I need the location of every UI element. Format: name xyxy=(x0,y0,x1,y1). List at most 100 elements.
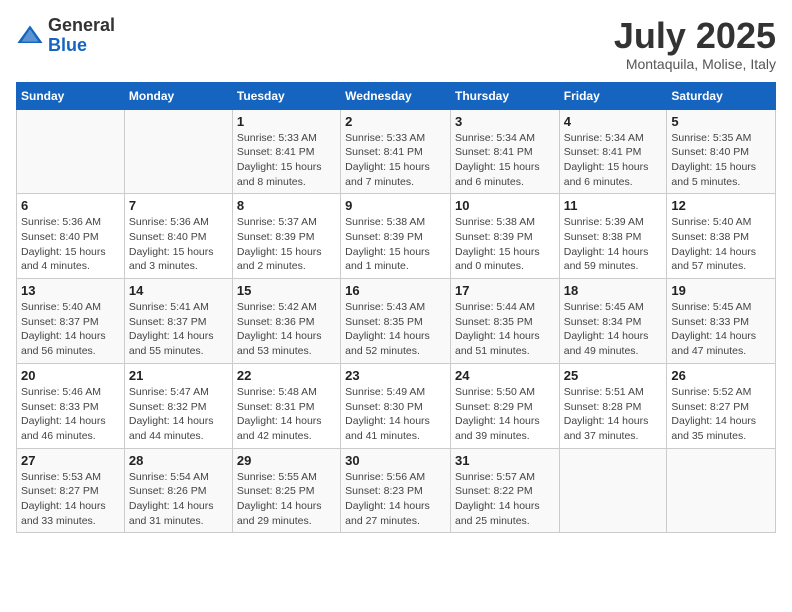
day-number: 4 xyxy=(564,114,663,129)
day-number: 10 xyxy=(455,198,555,213)
day-number: 14 xyxy=(129,283,228,298)
day-number: 6 xyxy=(21,198,120,213)
header-thursday: Thursday xyxy=(450,82,559,109)
day-info: Sunrise: 5:49 AM Sunset: 8:30 PM Dayligh… xyxy=(345,385,446,444)
day-info: Sunrise: 5:38 AM Sunset: 8:39 PM Dayligh… xyxy=(345,215,446,274)
calendar-cell: 16 Sunrise: 5:43 AM Sunset: 8:35 PM Dayli… xyxy=(341,279,451,364)
day-number: 5 xyxy=(671,114,771,129)
calendar-cell xyxy=(667,448,776,533)
calendar-cell: 4 Sunrise: 5:34 AM Sunset: 8:41 PM Daylig… xyxy=(559,109,667,194)
day-number: 28 xyxy=(129,453,228,468)
day-info: Sunrise: 5:56 AM Sunset: 8:23 PM Dayligh… xyxy=(345,470,446,529)
day-number: 21 xyxy=(129,368,228,383)
day-info: Sunrise: 5:52 AM Sunset: 8:27 PM Dayligh… xyxy=(671,385,771,444)
calendar-cell: 10 Sunrise: 5:38 AM Sunset: 8:39 PM Dayli… xyxy=(450,194,559,279)
weekday-row: Sunday Monday Tuesday Wednesday Thursday… xyxy=(17,82,776,109)
day-number: 22 xyxy=(237,368,336,383)
day-info: Sunrise: 5:50 AM Sunset: 8:29 PM Dayligh… xyxy=(455,385,555,444)
day-number: 1 xyxy=(237,114,336,129)
day-info: Sunrise: 5:55 AM Sunset: 8:25 PM Dayligh… xyxy=(237,470,336,529)
calendar-cell: 15 Sunrise: 5:42 AM Sunset: 8:36 PM Dayli… xyxy=(232,279,340,364)
day-info: Sunrise: 5:34 AM Sunset: 8:41 PM Dayligh… xyxy=(564,131,663,190)
calendar-table: Sunday Monday Tuesday Wednesday Thursday… xyxy=(16,82,776,534)
calendar-cell: 24 Sunrise: 5:50 AM Sunset: 8:29 PM Dayli… xyxy=(450,363,559,448)
calendar-week-5: 27 Sunrise: 5:53 AM Sunset: 8:27 PM Dayli… xyxy=(17,448,776,533)
calendar-cell: 2Sunrise: 5:33 AM Sunset: 8:41 PM Daylig… xyxy=(341,109,451,194)
logo-blue-text: Blue xyxy=(48,36,115,56)
day-info: Sunrise: 5:43 AM Sunset: 8:35 PM Dayligh… xyxy=(345,300,446,359)
calendar-week-1: 1 Sunrise: 5:33 AM Sunset: 8:41 PM Daylig… xyxy=(17,109,776,194)
day-info: Sunrise: 5:33 AM Sunset: 8:41 PM Dayligh… xyxy=(345,131,446,190)
header-tuesday: Tuesday xyxy=(232,82,340,109)
day-info: Sunrise: 5:51 AM Sunset: 8:28 PM Dayligh… xyxy=(564,385,663,444)
day-info: Sunrise: 5:33 AM Sunset: 8:41 PM Dayligh… xyxy=(237,131,336,190)
header-friday: Friday xyxy=(559,82,667,109)
day-info: Sunrise: 5:37 AM Sunset: 8:39 PM Dayligh… xyxy=(237,215,336,274)
day-info: Sunrise: 5:40 AM Sunset: 8:37 PM Dayligh… xyxy=(21,300,120,359)
logo: General Blue xyxy=(16,16,115,56)
day-number: 30 xyxy=(345,453,446,468)
calendar-cell: 7 Sunrise: 5:36 AM Sunset: 8:40 PM Daylig… xyxy=(124,194,232,279)
day-info: Sunrise: 5:42 AM Sunset: 8:36 PM Dayligh… xyxy=(237,300,336,359)
calendar-body: 1 Sunrise: 5:33 AM Sunset: 8:41 PM Daylig… xyxy=(17,109,776,533)
calendar-cell: 26 Sunrise: 5:52 AM Sunset: 8:27 PM Dayli… xyxy=(667,363,776,448)
calendar-cell: 22 Sunrise: 5:48 AM Sunset: 8:31 PM Dayli… xyxy=(232,363,340,448)
header-wednesday: Wednesday xyxy=(341,82,451,109)
calendar-cell xyxy=(17,109,125,194)
day-number: 23 xyxy=(345,368,446,383)
day-info: Sunrise: 5:35 AM Sunset: 8:40 PM Dayligh… xyxy=(671,131,771,190)
calendar-cell: 3 Sunrise: 5:34 AM Sunset: 8:41 PM Daylig… xyxy=(450,109,559,194)
calendar-cell: 20 Sunrise: 5:46 AM Sunset: 8:33 PM Dayli… xyxy=(17,363,125,448)
day-number: 29 xyxy=(237,453,336,468)
day-info: Sunrise: 5:36 AM Sunset: 8:40 PM Dayligh… xyxy=(21,215,120,274)
day-number: 16 xyxy=(345,283,446,298)
month-title: July 2025 xyxy=(614,16,776,56)
calendar-cell: 13 Sunrise: 5:40 AM Sunset: 8:37 PM Dayli… xyxy=(17,279,125,364)
day-info: Sunrise: 5:46 AM Sunset: 8:33 PM Dayligh… xyxy=(21,385,120,444)
header-monday: Monday xyxy=(124,82,232,109)
day-number: 26 xyxy=(671,368,771,383)
calendar-cell: 14 Sunrise: 5:41 AM Sunset: 8:37 PM Dayli… xyxy=(124,279,232,364)
day-info: Sunrise: 5:57 AM Sunset: 8:22 PM Dayligh… xyxy=(455,470,555,529)
day-info: Sunrise: 5:45 AM Sunset: 8:34 PM Dayligh… xyxy=(564,300,663,359)
day-number: 11 xyxy=(564,198,663,213)
day-number: 27 xyxy=(21,453,120,468)
day-info: Sunrise: 5:48 AM Sunset: 8:31 PM Dayligh… xyxy=(237,385,336,444)
calendar-cell xyxy=(559,448,667,533)
calendar-cell: 17Sunrise: 5:44 AM Sunset: 8:35 PM Dayli… xyxy=(450,279,559,364)
day-number: 20 xyxy=(21,368,120,383)
day-number: 19 xyxy=(671,283,771,298)
day-info: Sunrise: 5:54 AM Sunset: 8:26 PM Dayligh… xyxy=(129,470,228,529)
day-info: Sunrise: 5:36 AM Sunset: 8:40 PM Dayligh… xyxy=(129,215,228,274)
logo-icon xyxy=(16,22,44,50)
day-number: 15 xyxy=(237,283,336,298)
calendar-cell xyxy=(124,109,232,194)
day-info: Sunrise: 5:39 AM Sunset: 8:38 PM Dayligh… xyxy=(564,215,663,274)
calendar-cell: 27 Sunrise: 5:53 AM Sunset: 8:27 PM Dayli… xyxy=(17,448,125,533)
calendar-cell: 9Sunrise: 5:38 AM Sunset: 8:39 PM Daylig… xyxy=(341,194,451,279)
day-info: Sunrise: 5:41 AM Sunset: 8:37 PM Dayligh… xyxy=(129,300,228,359)
day-number: 17 xyxy=(455,283,555,298)
day-number: 3 xyxy=(455,114,555,129)
day-info: Sunrise: 5:45 AM Sunset: 8:33 PM Dayligh… xyxy=(671,300,771,359)
day-number: 13 xyxy=(21,283,120,298)
day-info: Sunrise: 5:38 AM Sunset: 8:39 PM Dayligh… xyxy=(455,215,555,274)
day-info: Sunrise: 5:34 AM Sunset: 8:41 PM Dayligh… xyxy=(455,131,555,190)
day-number: 24 xyxy=(455,368,555,383)
day-number: 7 xyxy=(129,198,228,213)
day-number: 31 xyxy=(455,453,555,468)
day-info: Sunrise: 5:53 AM Sunset: 8:27 PM Dayligh… xyxy=(21,470,120,529)
calendar-cell: 30 Sunrise: 5:56 AM Sunset: 8:23 PM Dayli… xyxy=(341,448,451,533)
calendar-cell: 8Sunrise: 5:37 AM Sunset: 8:39 PM Daylig… xyxy=(232,194,340,279)
calendar-cell: 29 Sunrise: 5:55 AM Sunset: 8:25 PM Dayli… xyxy=(232,448,340,533)
calendar-week-2: 6 Sunrise: 5:36 AM Sunset: 8:40 PM Daylig… xyxy=(17,194,776,279)
calendar-cell: 31 Sunrise: 5:57 AM Sunset: 8:22 PM Dayli… xyxy=(450,448,559,533)
calendar-header: Sunday Monday Tuesday Wednesday Thursday… xyxy=(17,82,776,109)
day-info: Sunrise: 5:47 AM Sunset: 8:32 PM Dayligh… xyxy=(129,385,228,444)
day-number: 25 xyxy=(564,368,663,383)
header-sunday: Sunday xyxy=(17,82,125,109)
day-number: 18 xyxy=(564,283,663,298)
day-number: 12 xyxy=(671,198,771,213)
calendar-week-3: 13 Sunrise: 5:40 AM Sunset: 8:37 PM Dayli… xyxy=(17,279,776,364)
calendar-cell: 11 Sunrise: 5:39 AM Sunset: 8:38 PM Dayli… xyxy=(559,194,667,279)
